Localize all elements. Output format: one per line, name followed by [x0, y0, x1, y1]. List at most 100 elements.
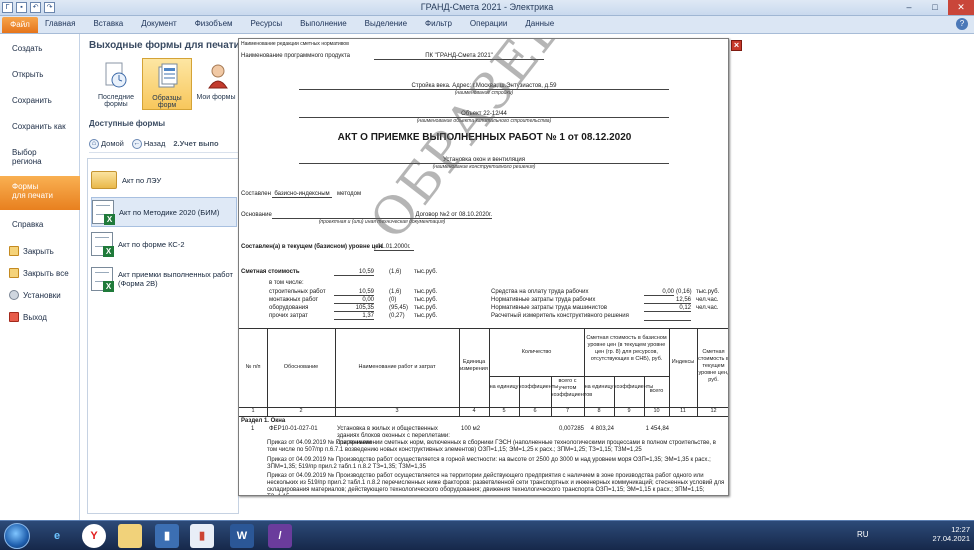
table-top-border: [239, 328, 728, 329]
labor-label: Средства на оплату труда рабочих: [491, 289, 589, 295]
close-all-icon: [9, 268, 19, 278]
labor-label: Расчетный измеритель конструктивного реш…: [491, 313, 629, 319]
work-caption: (наименование конструктивного решения): [432, 164, 536, 170]
section-title: Раздел 1. Окна: [241, 418, 286, 424]
form-samples-l1: Образцы: [152, 95, 182, 102]
tab-volume[interactable]: Физобъем: [195, 19, 233, 28]
clock-doc-icon: [105, 62, 127, 88]
nav-create[interactable]: Создать: [0, 44, 80, 53]
nav-settings-label: Установки: [23, 290, 61, 300]
tab-data[interactable]: Данные: [525, 19, 554, 28]
col-number: 5: [502, 408, 506, 414]
nav-save[interactable]: Сохранить: [0, 96, 80, 105]
excel-icon: [91, 267, 114, 292]
cost-subheader-line: [584, 376, 669, 377]
my-forms-button[interactable]: Мои формы: [193, 58, 239, 110]
osn-label: Основание: [241, 212, 272, 218]
minimize-button[interactable]: –: [896, 0, 922, 15]
excel-icon: [92, 200, 115, 225]
nav-close-all[interactable]: Закрыть все: [0, 268, 80, 278]
nav-save-as[interactable]: Сохранить как: [0, 122, 80, 131]
folder-icon[interactable]: [118, 524, 142, 548]
th-number: № п/п: [245, 364, 261, 370]
col-number: 3: [395, 408, 399, 414]
list-item-label: Акт по Методике 2020 (БИМ): [119, 207, 220, 217]
row-qty: 0,007285: [558, 426, 584, 432]
nav-help[interactable]: Справка: [0, 220, 80, 229]
breakdown-unit: тыс.руб.: [414, 305, 438, 311]
nav-settings[interactable]: Установки: [0, 290, 80, 300]
labor-unit: тыс.руб.: [696, 289, 720, 295]
nav-close[interactable]: Закрыть: [0, 246, 80, 256]
list-item[interactable]: Акт по ЛЭУ: [91, 165, 237, 195]
tab-resources[interactable]: Ресурсы: [251, 19, 283, 28]
nav-open[interactable]: Открыть: [0, 70, 80, 79]
th-qty-coef: коэффициенты: [519, 384, 559, 390]
col-divider: [489, 328, 490, 416]
word-icon[interactable]: W: [230, 524, 254, 548]
breakdown-paren: (1,6): [389, 289, 402, 295]
edition-label: Наименование редакции сметных нормативов: [241, 41, 349, 47]
list-item-label2: (Форма 2В): [118, 279, 158, 288]
form-samples-l2: форм: [157, 102, 177, 109]
tab-selection[interactable]: Выделение: [365, 19, 407, 28]
breakdown-paren: (0): [389, 297, 397, 303]
sost-value: базисно-индексным: [272, 191, 332, 198]
yandex-icon[interactable]: Y: [82, 524, 106, 548]
help-icon[interactable]: ?: [956, 18, 968, 30]
grand-app-icon[interactable]: ▮: [190, 524, 214, 548]
close-preview-button[interactable]: ×: [731, 40, 742, 51]
home-icon: ⌂: [89, 138, 99, 149]
cost-unit: тыс.руб.: [414, 269, 438, 275]
tab-execution[interactable]: Выполнение: [300, 19, 347, 28]
nav-close-label: Закрыть: [23, 246, 54, 256]
gear-icon: [9, 290, 19, 300]
forms-toolbar: ⌂ Домой ← Назад 2.Учет выпо: [89, 135, 244, 153]
qty-subheader-line: [489, 376, 584, 377]
app-icon[interactable]: /: [268, 524, 292, 548]
col-number: 9: [627, 408, 631, 414]
cost-label: Сметная стоимость: [241, 269, 300, 275]
th-name: Наименование работ и затрат: [358, 364, 436, 370]
clock-date: 27.04.2021: [932, 534, 970, 543]
form-samples-button[interactable]: Образцы форм: [142, 58, 192, 110]
home-button[interactable]: ⌂ Домой: [89, 138, 124, 149]
th-index: Индексы: [671, 359, 695, 365]
labor-label: Нормативные затраты труда машинистов: [491, 305, 608, 311]
close-button[interactable]: ✕: [948, 0, 974, 15]
ie-icon[interactable]: e: [45, 524, 69, 548]
th-cb-coef: коэффициенты: [614, 384, 654, 390]
list-item[interactable]: Акт по Методике 2020 (БИМ): [91, 197, 237, 227]
close-file-icon: [9, 246, 19, 256]
breakdown-value: 10,59: [334, 289, 374, 296]
clock[interactable]: 12:27 27.04.2021: [932, 525, 970, 543]
start-button[interactable]: [4, 523, 30, 549]
list-item[interactable]: Акт приемки выполненных работ(Форма 2В): [91, 261, 237, 297]
grand-smeta-icon[interactable]: ▮: [155, 524, 179, 548]
cost-paren: (1,6): [389, 269, 402, 275]
recent-forms-button[interactable]: Последние формы: [91, 58, 141, 110]
tab-insert[interactable]: Вставка: [93, 19, 123, 28]
th-cost-current: Сметная стоимость в текущем уровне цен, …: [698, 349, 729, 383]
tab-operations[interactable]: Операции: [470, 19, 507, 28]
col-number: 1: [251, 408, 255, 414]
nav-print-forms[interactable]: Формы для печати: [0, 176, 80, 210]
tab-home[interactable]: Главная: [45, 19, 75, 28]
labor-value: 0,00: [644, 289, 674, 296]
row-total: 1 454,84: [645, 426, 669, 432]
th-cost-base: Сметная стоимость в базисном уровне цен …: [586, 335, 667, 362]
tab-document[interactable]: Документ: [141, 19, 177, 28]
nav-region-select[interactable]: Выбор региона: [0, 148, 80, 166]
labor-value: 0,12: [644, 305, 691, 312]
maximize-button[interactable]: □: [922, 0, 948, 15]
tab-filter[interactable]: Фильтр: [425, 19, 452, 28]
tab-file[interactable]: Файл: [2, 17, 38, 33]
nav-exit[interactable]: Выход: [0, 312, 80, 322]
breakdown-unit: тыс.руб.: [414, 289, 438, 295]
breakdown-label: прочих затрат: [269, 313, 308, 319]
recent-forms-l2: формы: [104, 101, 128, 108]
list-item[interactable]: Акт по форме КС-2: [91, 229, 237, 259]
breakdown-value: 105,35: [334, 305, 374, 312]
back-button[interactable]: ← Назад: [131, 138, 165, 149]
language-indicator[interactable]: RU: [857, 530, 869, 539]
